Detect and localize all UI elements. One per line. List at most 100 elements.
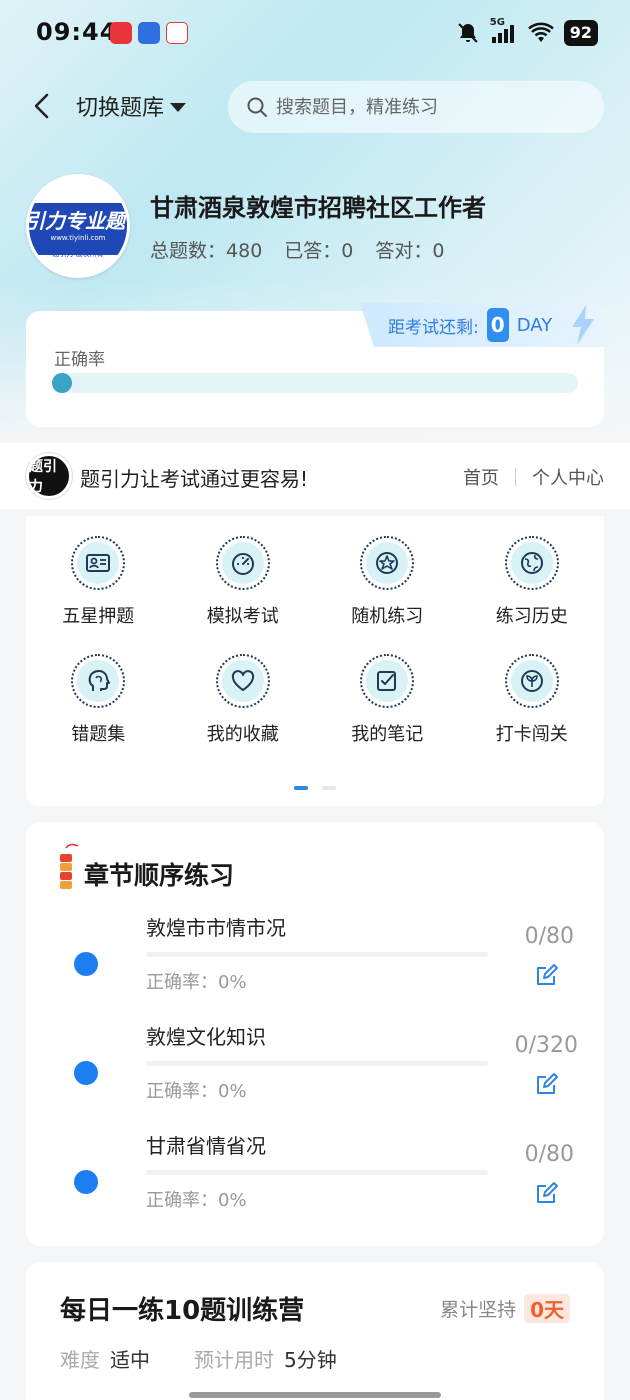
accuracy-label: 正确率 xyxy=(54,350,105,370)
chapter-bullet xyxy=(74,952,98,976)
accuracy-progress-fill xyxy=(52,373,72,393)
func-label: 错题集 xyxy=(71,724,126,745)
chapter-progress-bar xyxy=(146,1170,488,1175)
function-grid-card: 五星押题 模拟考试 随机练习 练习历史 错题集 我的收藏 我的笔记 打卡闯关 xyxy=(26,516,604,806)
daily-practice-card[interactable]: 每日一练10题训练营 累计坚持 0天 难度 适中 预计用时 5分钟 xyxy=(26,1262,604,1400)
chapter-row[interactable]: 敦煌市市情市况 正确率：0% 0/80 xyxy=(26,912,604,1012)
search-input[interactable] xyxy=(276,96,576,118)
home-indicator[interactable] xyxy=(189,1392,441,1398)
exam-countdown: 距考试还剩: 0 DAY xyxy=(360,303,604,347)
chapter-name: 甘肃省情省况 xyxy=(146,1134,266,1158)
search-bar[interactable] xyxy=(228,81,604,133)
func-label: 我的笔记 xyxy=(351,724,424,745)
func-wrong-questions[interactable]: 错题集 xyxy=(26,654,171,746)
brand-bar: 题引力 题引力让考试通过更容易! 首页 个人中心 xyxy=(0,443,630,509)
function-grid: 五星押题 模拟考试 随机练习 练习历史 错题集 我的收藏 我的笔记 打卡闯关 xyxy=(26,536,604,746)
search-icon xyxy=(247,97,267,117)
cellular-signal-icon: 5G xyxy=(490,17,518,45)
func-label: 练习历史 xyxy=(495,606,568,627)
note-check-icon xyxy=(377,671,397,691)
chapter-accuracy: 正确率：0% xyxy=(146,1081,247,1102)
avatar-url: www.tiyinli.com xyxy=(50,234,106,242)
accuracy-progress-bar xyxy=(52,373,578,393)
edit-icon[interactable] xyxy=(534,962,560,988)
countdown-unit: DAY xyxy=(516,314,553,336)
func-check-in[interactable]: 打卡闯关 xyxy=(460,654,605,746)
time-label: 预计用时 xyxy=(194,1348,274,1372)
func-label: 模拟考试 xyxy=(206,606,279,627)
back-button[interactable] xyxy=(26,88,56,124)
daily-streak: 累计坚持 0天 xyxy=(440,1294,570,1323)
bank-stats: 总题数：480 已答：0 答对：0 xyxy=(150,236,445,263)
question-bank-avatar: 引力专业题 www.tiyinli.com 题引力 版权所有 xyxy=(26,174,130,278)
pager-dot-active[interactable] xyxy=(294,786,308,790)
func-label: 打卡闯关 xyxy=(495,724,568,745)
switch-bank-dropdown[interactable]: 切换题库 xyxy=(76,90,187,122)
daily-title: 每日一练10题训练营 xyxy=(60,1296,305,1326)
chapter-accuracy: 正确率：0% xyxy=(146,972,247,993)
func-notes[interactable]: 我的笔记 xyxy=(315,654,460,746)
top-nav: 切换题库 xyxy=(0,78,630,136)
difficulty-label: 难度 xyxy=(60,1348,100,1372)
notification-icons xyxy=(110,22,188,44)
bank-title: 甘肃酒泉敦煌市招聘社区工作者 xyxy=(150,194,486,222)
edit-icon[interactable] xyxy=(534,1180,560,1206)
avatar-title: 引力专业题 xyxy=(26,209,125,233)
battery-indicator: 92 xyxy=(563,20,598,46)
func-mock-exam[interactable]: 模拟考试 xyxy=(171,536,316,628)
grid-pager xyxy=(294,786,336,790)
network-type: 5G xyxy=(489,17,505,28)
chapter-count: 0/80 xyxy=(524,1142,574,1167)
answered-count: 已答：0 xyxy=(284,240,354,262)
func-five-star[interactable]: 五星押题 xyxy=(26,536,171,628)
app-notification-icon xyxy=(110,22,132,44)
chapter-name: 敦煌文化知识 xyxy=(146,1025,266,1049)
streak-label: 累计坚持 xyxy=(440,1299,517,1321)
chapter-section-title: 章节顺序练习 xyxy=(84,861,235,890)
pager-dot[interactable] xyxy=(322,786,336,790)
bell-off-icon xyxy=(458,23,478,43)
globe-history-icon xyxy=(520,552,543,574)
brand-slogan: 题引力让考试通过更容易! xyxy=(80,467,309,491)
avatar-footer: 题引力 版权所有 xyxy=(52,250,104,258)
nav-home-link[interactable]: 首页 xyxy=(463,464,499,490)
chevron-left-icon xyxy=(34,93,49,119)
brand-logo: 题引力 xyxy=(26,453,72,499)
countdown-days: 0 xyxy=(486,308,509,342)
chapter-row[interactable]: 敦煌文化知识 正确率：0% 0/320 xyxy=(26,1021,604,1121)
status-time: 09:44 xyxy=(36,18,118,46)
chapter-count: 0/320 xyxy=(514,1033,578,1058)
speedometer-icon xyxy=(231,553,254,575)
head-brain-icon xyxy=(88,670,111,691)
heart-icon xyxy=(231,670,254,691)
daily-meta: 难度 适中 预计用时 5分钟 xyxy=(60,1344,371,1373)
streak-badge: 0天 xyxy=(524,1294,570,1323)
status-indicators: 5G 92 xyxy=(456,17,598,46)
func-favorites[interactable]: 我的收藏 xyxy=(171,654,316,746)
countdown-label: 距考试还剩: xyxy=(388,317,479,338)
switch-bank-label: 切换题库 xyxy=(76,96,165,121)
func-label: 随机练习 xyxy=(351,606,424,627)
brand-nav: 首页 个人中心 xyxy=(463,464,604,490)
chapter-bullet xyxy=(74,1061,98,1085)
chapter-row[interactable]: 甘肃省情省况 正确率：0% 0/80 xyxy=(26,1130,604,1230)
sprout-icon xyxy=(520,670,543,692)
chapter-accuracy: 正确率：0% xyxy=(146,1190,247,1211)
app-notification-icon xyxy=(166,22,188,44)
chapter-progress-bar xyxy=(146,1061,488,1066)
accuracy-card: 距考试还剩: 0 DAY 正确率 xyxy=(26,303,604,427)
chapter-bullet xyxy=(74,1170,98,1194)
nav-profile-link[interactable]: 个人中心 xyxy=(532,464,604,490)
shuffle-star-icon xyxy=(376,552,399,574)
wifi-icon xyxy=(527,22,554,42)
correct-count: 答对：0 xyxy=(375,240,445,262)
func-practice-history[interactable]: 练习历史 xyxy=(460,536,605,628)
func-random-practice[interactable]: 随机练习 xyxy=(315,536,460,628)
id-card-icon xyxy=(86,554,111,572)
edit-icon[interactable] xyxy=(534,1071,560,1097)
chapter-name: 敦煌市市情市况 xyxy=(146,916,286,940)
difficulty-value: 适中 xyxy=(110,1348,150,1372)
status-bar: 09:44 5G 92 xyxy=(0,0,630,68)
nav-divider xyxy=(515,468,516,486)
chapter-progress-bar xyxy=(146,952,488,957)
